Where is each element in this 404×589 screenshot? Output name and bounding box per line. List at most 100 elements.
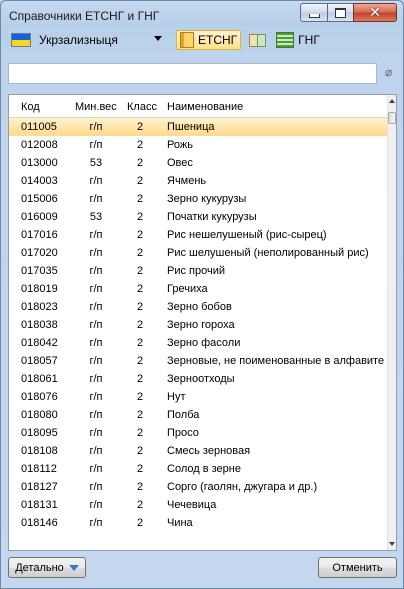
cell-class: 2 xyxy=(136,337,144,349)
scroll-down-icon[interactable] xyxy=(389,542,395,546)
table-row[interactable]: 018061 г/п 2 Зерноотходы xyxy=(9,370,389,388)
table-icon xyxy=(276,32,295,48)
cell-class: 2 xyxy=(136,319,144,331)
table-row[interactable]: 018038 г/п 2 Зерно гороха xyxy=(9,316,389,334)
table-row[interactable]: 018042 г/п 2 Зерно фасоли xyxy=(9,334,389,352)
cell-name: Ячмень xyxy=(167,175,207,187)
cell-class: 2 xyxy=(136,283,144,295)
cell-class: 2 xyxy=(136,265,144,277)
cell-name: Чечевица xyxy=(167,499,217,511)
table-row[interactable]: 018112 г/п 2 Солод в зерне xyxy=(9,460,389,478)
cell-class: 2 xyxy=(136,499,144,511)
cell-min-weight: г/п xyxy=(89,391,103,403)
table-row[interactable]: 018095 г/п 2 Просо xyxy=(9,424,389,442)
cell-class: 2 xyxy=(136,409,144,421)
cell-min-weight: г/п xyxy=(89,175,103,187)
scrollbar-thumb[interactable] xyxy=(388,112,396,124)
eraser-icon[interactable]: ⌀ xyxy=(385,66,397,78)
cell-min-weight: г/п xyxy=(89,409,103,421)
cell-class: 2 xyxy=(136,211,144,223)
cell-class: 2 xyxy=(136,229,144,241)
toolbar: Укрзализныця ЕТСНГ ГНГ xyxy=(8,29,396,51)
table-row[interactable]: 012008 г/п 2 Рожь xyxy=(9,136,389,154)
table-row[interactable]: 018076 г/п 2 Нут xyxy=(9,388,389,406)
column-header-code[interactable]: Код xyxy=(21,101,40,113)
table-row[interactable]: 018023 г/п 2 Зерно бобов xyxy=(9,298,389,316)
table-row[interactable]: 013000 53 2 Овес xyxy=(9,154,389,172)
details-button-label: Детально xyxy=(15,561,64,574)
cell-min-weight: г/п xyxy=(89,427,103,439)
search-input[interactable] xyxy=(8,63,377,84)
table-row[interactable]: 018108 г/п 2 Смесь зерновая xyxy=(9,442,389,460)
tab-gng-label: ГНГ xyxy=(298,33,320,47)
cell-code: 018019 xyxy=(21,283,58,295)
cell-class: 2 xyxy=(136,373,144,385)
table-row[interactable]: 017035 г/п 2 Рис прочий xyxy=(9,262,389,280)
cell-code: 018108 xyxy=(21,445,58,457)
cell-name: Зерновые, не поименованные в алфавите xyxy=(167,355,385,367)
cell-code: 017020 xyxy=(21,247,58,259)
chevron-down-icon[interactable] xyxy=(154,36,162,41)
vertical-scrollbar[interactable] xyxy=(387,95,396,550)
cell-min-weight: г/п xyxy=(89,265,103,277)
split-view-button[interactable] xyxy=(245,30,269,50)
cell-name: Зерно фасоли xyxy=(167,337,241,349)
table-body: 011005 г/п 2 Пшеница 012008 г/п 2 Рожь 013000 53 2… xyxy=(9,118,389,532)
cell-class: 2 xyxy=(136,175,144,187)
cell-class: 2 xyxy=(136,301,144,313)
table-row[interactable]: 017016 г/п 2 Рис нешелушеный (рис-сырец) xyxy=(9,226,389,244)
tab-etsng[interactable]: ЕТСНГ xyxy=(176,30,242,50)
cell-code: 012008 xyxy=(21,139,58,151)
cell-code: 018080 xyxy=(21,409,58,421)
table-row[interactable]: 014003 г/п 2 Ячмень xyxy=(9,172,389,190)
table-row[interactable]: 016009 53 2 Початки кукурузы xyxy=(9,208,389,226)
cargo-table: Код Мин.вес Класс Наименование 011005 г/п… xyxy=(8,94,397,551)
table-row[interactable]: 017020 г/п 2 Рис шелушеный (неполированный … xyxy=(9,244,389,262)
cell-code: 018076 xyxy=(21,391,58,403)
cell-name: Початки кукурузы xyxy=(167,211,257,223)
cell-min-weight: г/п xyxy=(89,373,103,385)
cell-code: 018042 xyxy=(21,337,58,349)
column-header-min-weight[interactable]: Мин.вес xyxy=(75,101,117,113)
cell-min-weight: г/п xyxy=(89,517,103,529)
column-header-name[interactable]: Наименование xyxy=(167,101,243,113)
cell-min-weight: г/п xyxy=(89,301,103,313)
cell-code: 017035 xyxy=(21,265,58,277)
cell-name: Зерно бобов xyxy=(167,301,232,313)
window-controls: ✕ xyxy=(300,3,397,23)
close-button[interactable]: ✕ xyxy=(353,3,397,22)
table-row[interactable]: 018057 г/п 2 Зерновые, не поименованные в а… xyxy=(9,352,389,370)
table-row[interactable]: 018131 г/п 2 Чечевица xyxy=(9,496,389,514)
cell-name: Рис шелушеный (неполированный рис) xyxy=(167,247,369,259)
table-row[interactable]: 018019 г/п 2 Гречиха xyxy=(9,280,389,298)
cell-min-weight: г/п xyxy=(89,319,103,331)
cell-min-weight: 53 xyxy=(89,211,103,223)
cell-min-weight: г/п xyxy=(89,121,103,133)
cell-code: 011005 xyxy=(21,121,57,133)
scroll-up-icon[interactable] xyxy=(389,99,395,103)
cell-code: 018057 xyxy=(21,355,58,367)
maximize-button[interactable] xyxy=(327,3,353,22)
details-button[interactable]: Детально xyxy=(8,557,86,578)
cell-name: Гречиха xyxy=(167,283,208,295)
railway-select[interactable]: Укрзализныця xyxy=(8,30,172,50)
cell-class: 2 xyxy=(136,247,144,259)
tab-gng[interactable]: ГНГ xyxy=(273,30,323,50)
minimize-button[interactable] xyxy=(300,3,327,22)
table-row[interactable]: 011005 г/п 2 Пшеница xyxy=(9,118,389,136)
window-title: Справочники ЕТСНГ и ГНГ xyxy=(9,9,160,23)
table-row[interactable]: 015006 г/п 2 Зерно кукурузы xyxy=(9,190,389,208)
maximize-icon xyxy=(335,7,346,18)
title-bar[interactable]: Справочники ЕТСНГ и ГНГ ✕ xyxy=(1,1,403,29)
cell-name: Зерно кукурузы xyxy=(167,193,247,205)
table-row[interactable]: 018127 г/п 2 Сорго (гаолян, джугара и др.) xyxy=(9,478,389,496)
cancel-button[interactable]: Отменить xyxy=(318,557,397,578)
cell-code: 013000 xyxy=(21,157,58,169)
cell-min-weight: г/п xyxy=(89,463,103,475)
table-row[interactable]: 018080 г/п 2 Полба xyxy=(9,406,389,424)
cell-code: 018131 xyxy=(21,499,58,511)
table-row[interactable]: 018146 г/п 2 Чина xyxy=(9,514,389,532)
column-header-class[interactable]: Класс xyxy=(127,101,157,113)
cell-class: 2 xyxy=(136,445,144,457)
close-icon: ✕ xyxy=(369,4,381,21)
